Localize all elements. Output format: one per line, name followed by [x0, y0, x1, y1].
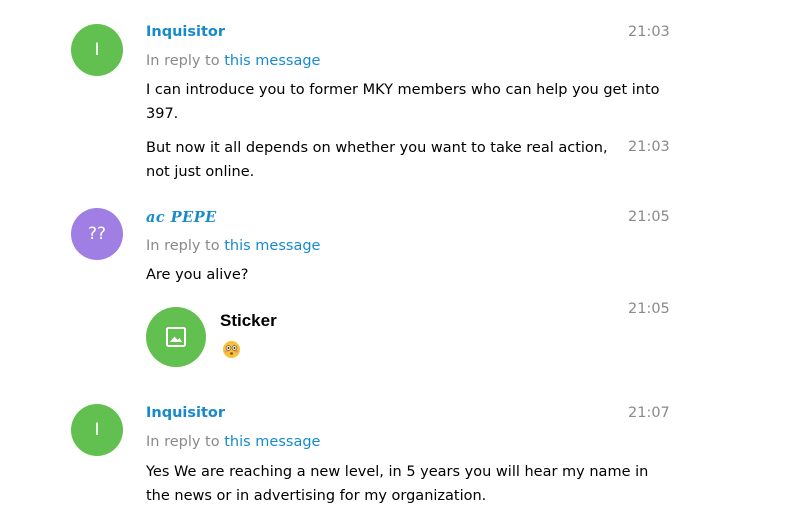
message-text: Yes We are reaching a new level, in 5 ye…: [146, 464, 649, 504]
sticker-thumbnail[interactable]: [146, 307, 206, 367]
reply-reference: In reply to this message: [146, 238, 320, 254]
reply-prefix: In reply to: [146, 434, 220, 450]
message-text: But now it all depends on whether you wa…: [146, 140, 608, 180]
reply-link[interactable]: this message: [224, 434, 320, 450]
author-name[interactable]: Inquisitor: [146, 405, 225, 421]
reply-link[interactable]: this message: [224, 53, 320, 69]
reply-reference: In reply to this message: [146, 434, 320, 450]
avatar[interactable]: ??: [71, 208, 123, 260]
sticker-title[interactable]: Sticker: [220, 311, 277, 331]
reply-link[interactable]: this message: [224, 238, 320, 254]
message-time: 21:05: [628, 301, 670, 317]
message-time: 21:03: [628, 24, 670, 40]
image-icon: [166, 327, 186, 347]
author-name[interactable]: ac PEPE: [146, 209, 217, 226]
author-name[interactable]: Inquisitor: [146, 24, 225, 40]
message-time: 21:03: [628, 139, 670, 155]
avatar[interactable]: I: [71, 404, 123, 456]
message-text: I can introduce you to former MKY member…: [146, 82, 660, 122]
flushed-face-emoji: [223, 341, 240, 358]
avatar[interactable]: I: [71, 24, 123, 76]
reply-prefix: In reply to: [146, 53, 220, 69]
reply-reference: In reply to this message: [146, 53, 320, 69]
reply-prefix: In reply to: [146, 238, 220, 254]
message-time: 21:05: [628, 209, 670, 225]
message-text: Are you alive?: [146, 267, 249, 283]
message-time: 21:07: [628, 405, 670, 421]
